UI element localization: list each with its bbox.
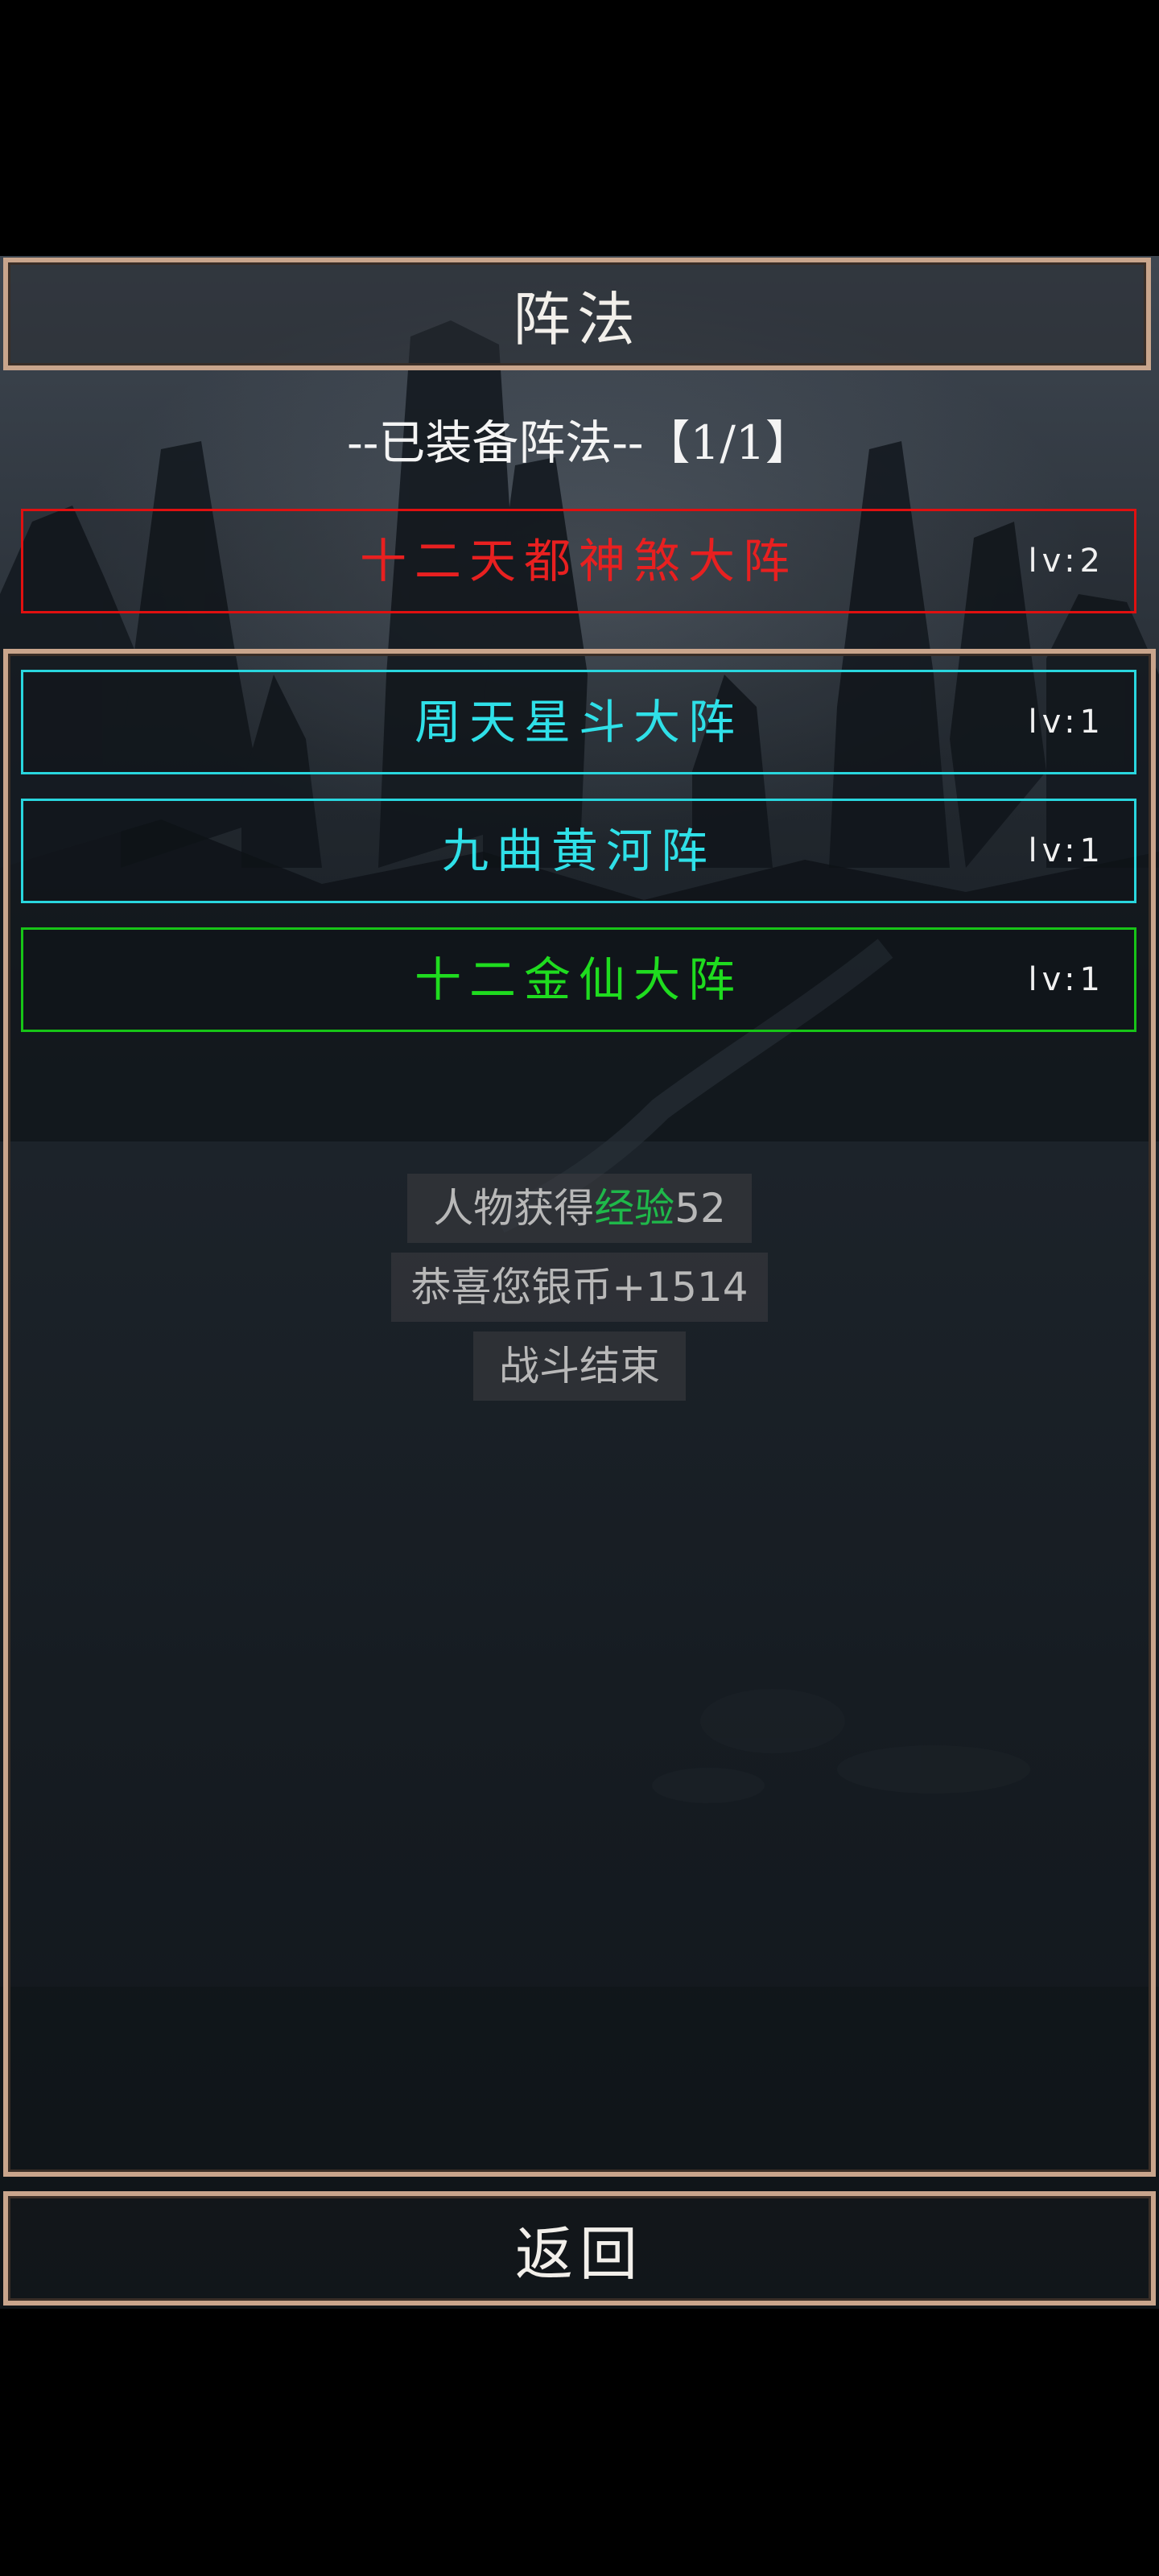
title-bar: 阵法 [3, 258, 1151, 370]
formation-level: lv:2 [1028, 543, 1105, 580]
formation-name: 十二金仙大阵 [414, 952, 743, 1007]
battle-end-toast: 战斗结束 [473, 1331, 686, 1401]
exp-prefix: 人物获得 [433, 1185, 595, 1232]
silver-toast: 恭喜您银币+1514 [391, 1253, 768, 1322]
exp-value: 52 [674, 1185, 726, 1232]
back-button[interactable]: 返回 [3, 2191, 1156, 2306]
formation-item[interactable]: 九曲黄河阵 lv:1 [21, 799, 1136, 903]
formation-item[interactable]: 十二金仙大阵 lv:1 [21, 927, 1136, 1032]
equipped-header: --已装备阵法--【1/1】 [347, 415, 812, 470]
exp-toast: 人物获得经验52 [407, 1174, 752, 1243]
back-label: 返回 [514, 2219, 644, 2288]
formation-level: lv:1 [1028, 961, 1105, 998]
formation-name: 十二天都神煞大阵 [359, 534, 798, 588]
formation-item[interactable]: 周天星斗大阵 lv:1 [21, 670, 1136, 774]
page-title: 阵法 [512, 285, 641, 353]
formation-name: 九曲黄河阵 [441, 824, 716, 878]
formation-level: lv:1 [1028, 832, 1105, 869]
exp-word: 经验 [594, 1185, 675, 1232]
formation-level: lv:1 [1028, 704, 1105, 741]
equipped-formation-item[interactable]: 十二天都神煞大阵 lv:2 [21, 509, 1136, 613]
formation-name: 周天星斗大阵 [414, 695, 743, 749]
